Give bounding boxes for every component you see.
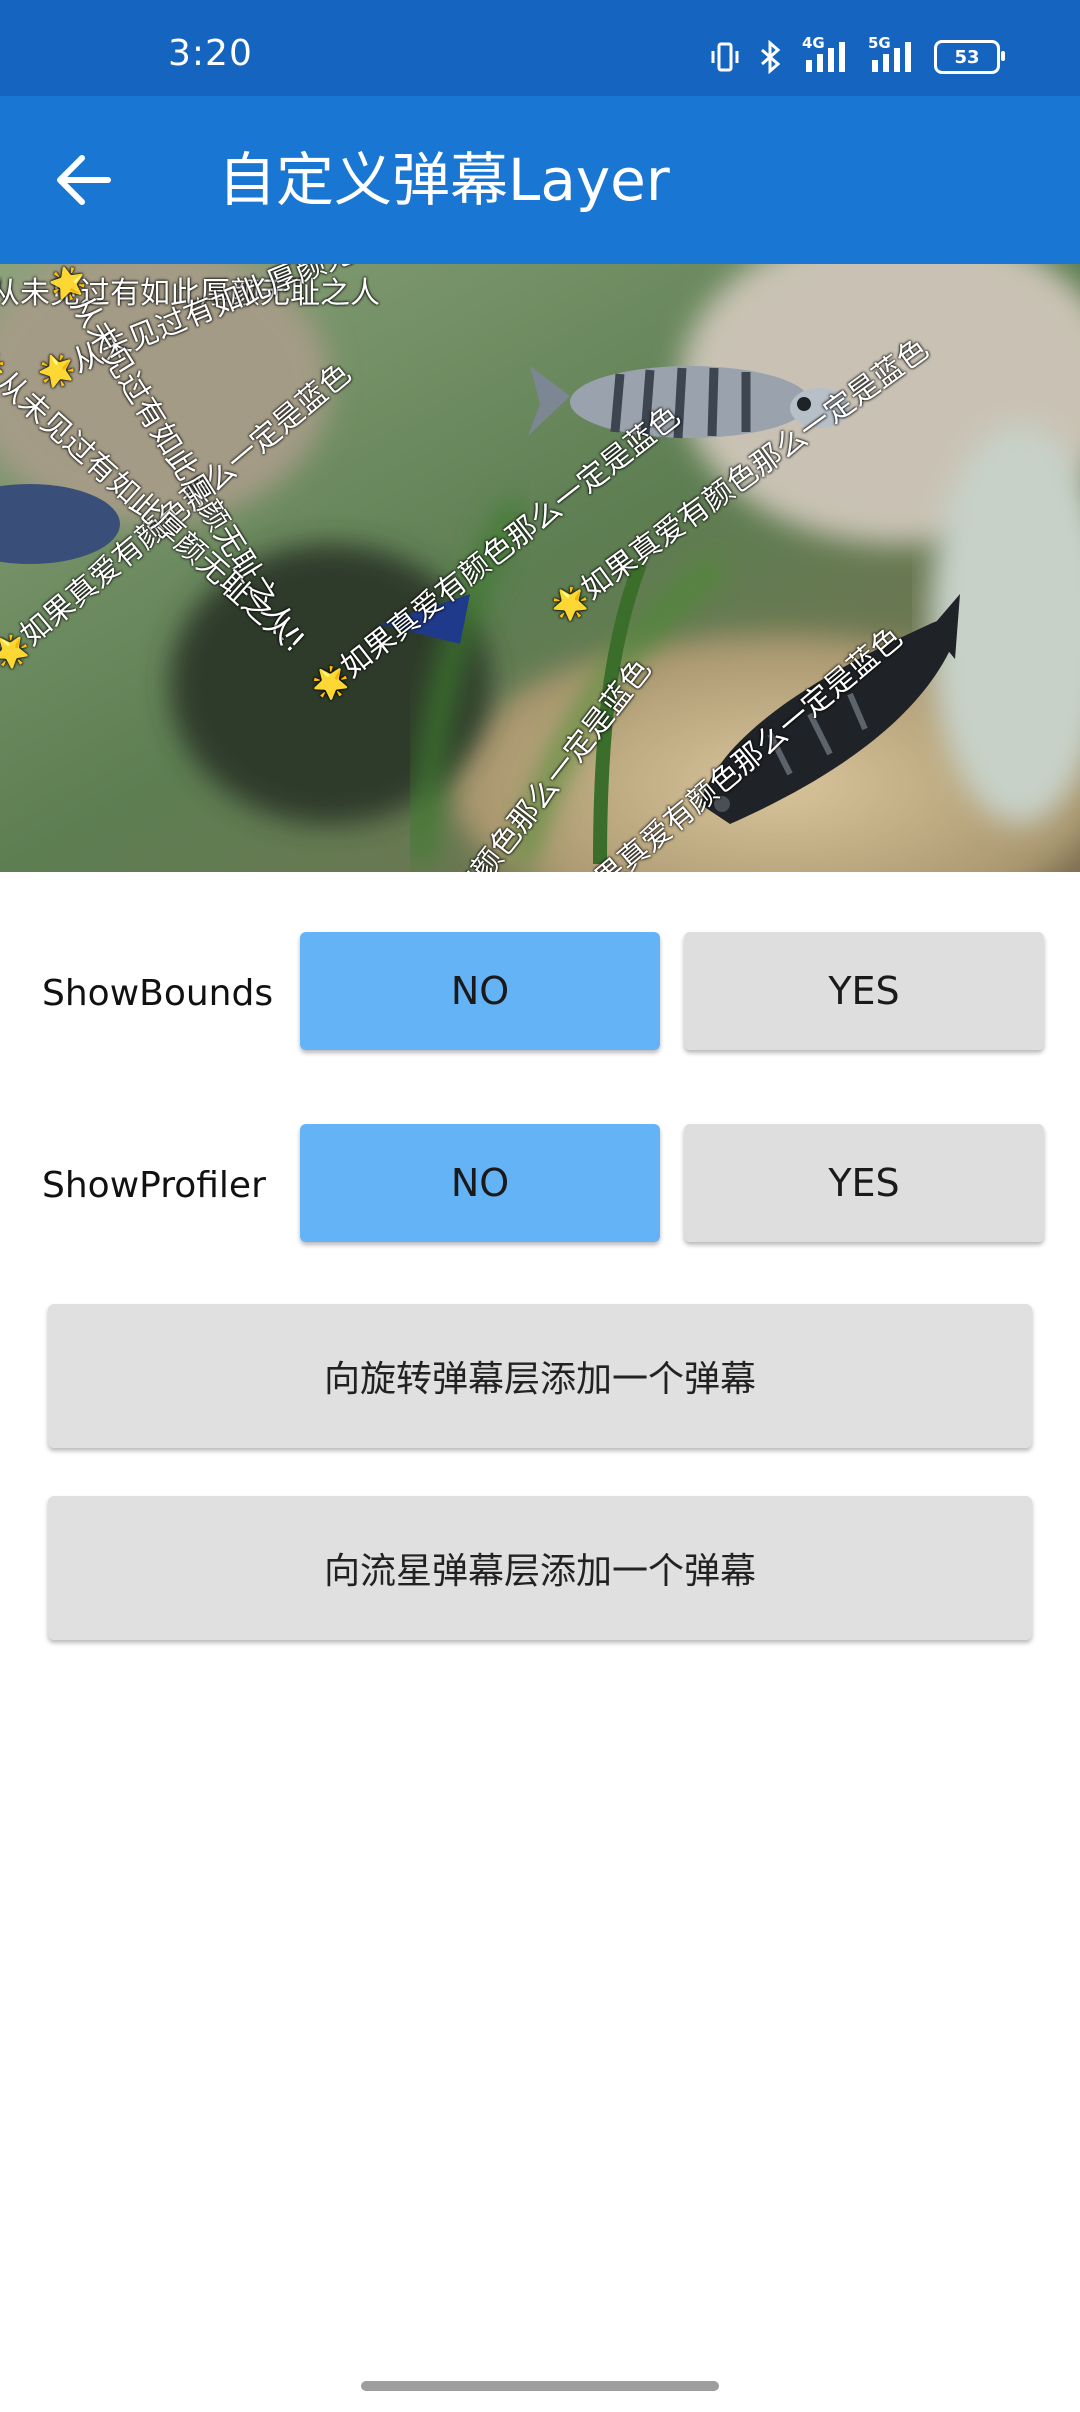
gesture-nav-handle[interactable] — [361, 2381, 719, 2391]
network-4g-label: 4G — [802, 34, 825, 52]
signal-5g-icon: 5G — [868, 34, 916, 74]
battery-icon: 53 — [934, 40, 1005, 74]
status-bar: 3:20 4G 5G 53 — [0, 0, 1080, 96]
page-title: 自定义弹幕Layer — [218, 146, 670, 214]
vibrate-icon — [710, 40, 740, 74]
app-bar: 自定义弹幕Layer — [0, 96, 1080, 264]
show-bounds-yes-button[interactable]: YES — [684, 932, 1044, 1050]
add-rotate-danmaku-button[interactable]: 向旋转弹幕层添加一个弹幕 — [48, 1304, 1032, 1448]
show-bounds-no-button[interactable]: NO — [300, 932, 660, 1050]
add-meteor-danmaku-button[interactable]: 向流星弹幕层添加一个弹幕 — [48, 1496, 1032, 1640]
show-profiler-no-button[interactable]: NO — [300, 1124, 660, 1242]
arrow-back-icon — [57, 155, 111, 205]
show-profiler-yes-button[interactable]: YES — [684, 1124, 1044, 1242]
video-player[interactable]: 从未见过有如此厚颜无耻之人 🌟从未见过有如此厚颜无耻之人! 🌟如果真爱有颜色那么… — [0, 264, 1080, 872]
signal-4g-icon: 4G — [802, 34, 850, 74]
battery-level: 53 — [954, 46, 980, 68]
show-bounds-label: ShowBounds — [42, 973, 274, 1014]
show-profiler-label: ShowProfiler — [42, 1165, 266, 1206]
back-button[interactable] — [48, 144, 120, 216]
network-5g-label: 5G — [868, 34, 891, 52]
status-icons: 4G 5G 53 — [710, 34, 1005, 74]
status-time: 3:20 — [168, 33, 253, 74]
bluetooth-icon — [758, 40, 784, 74]
